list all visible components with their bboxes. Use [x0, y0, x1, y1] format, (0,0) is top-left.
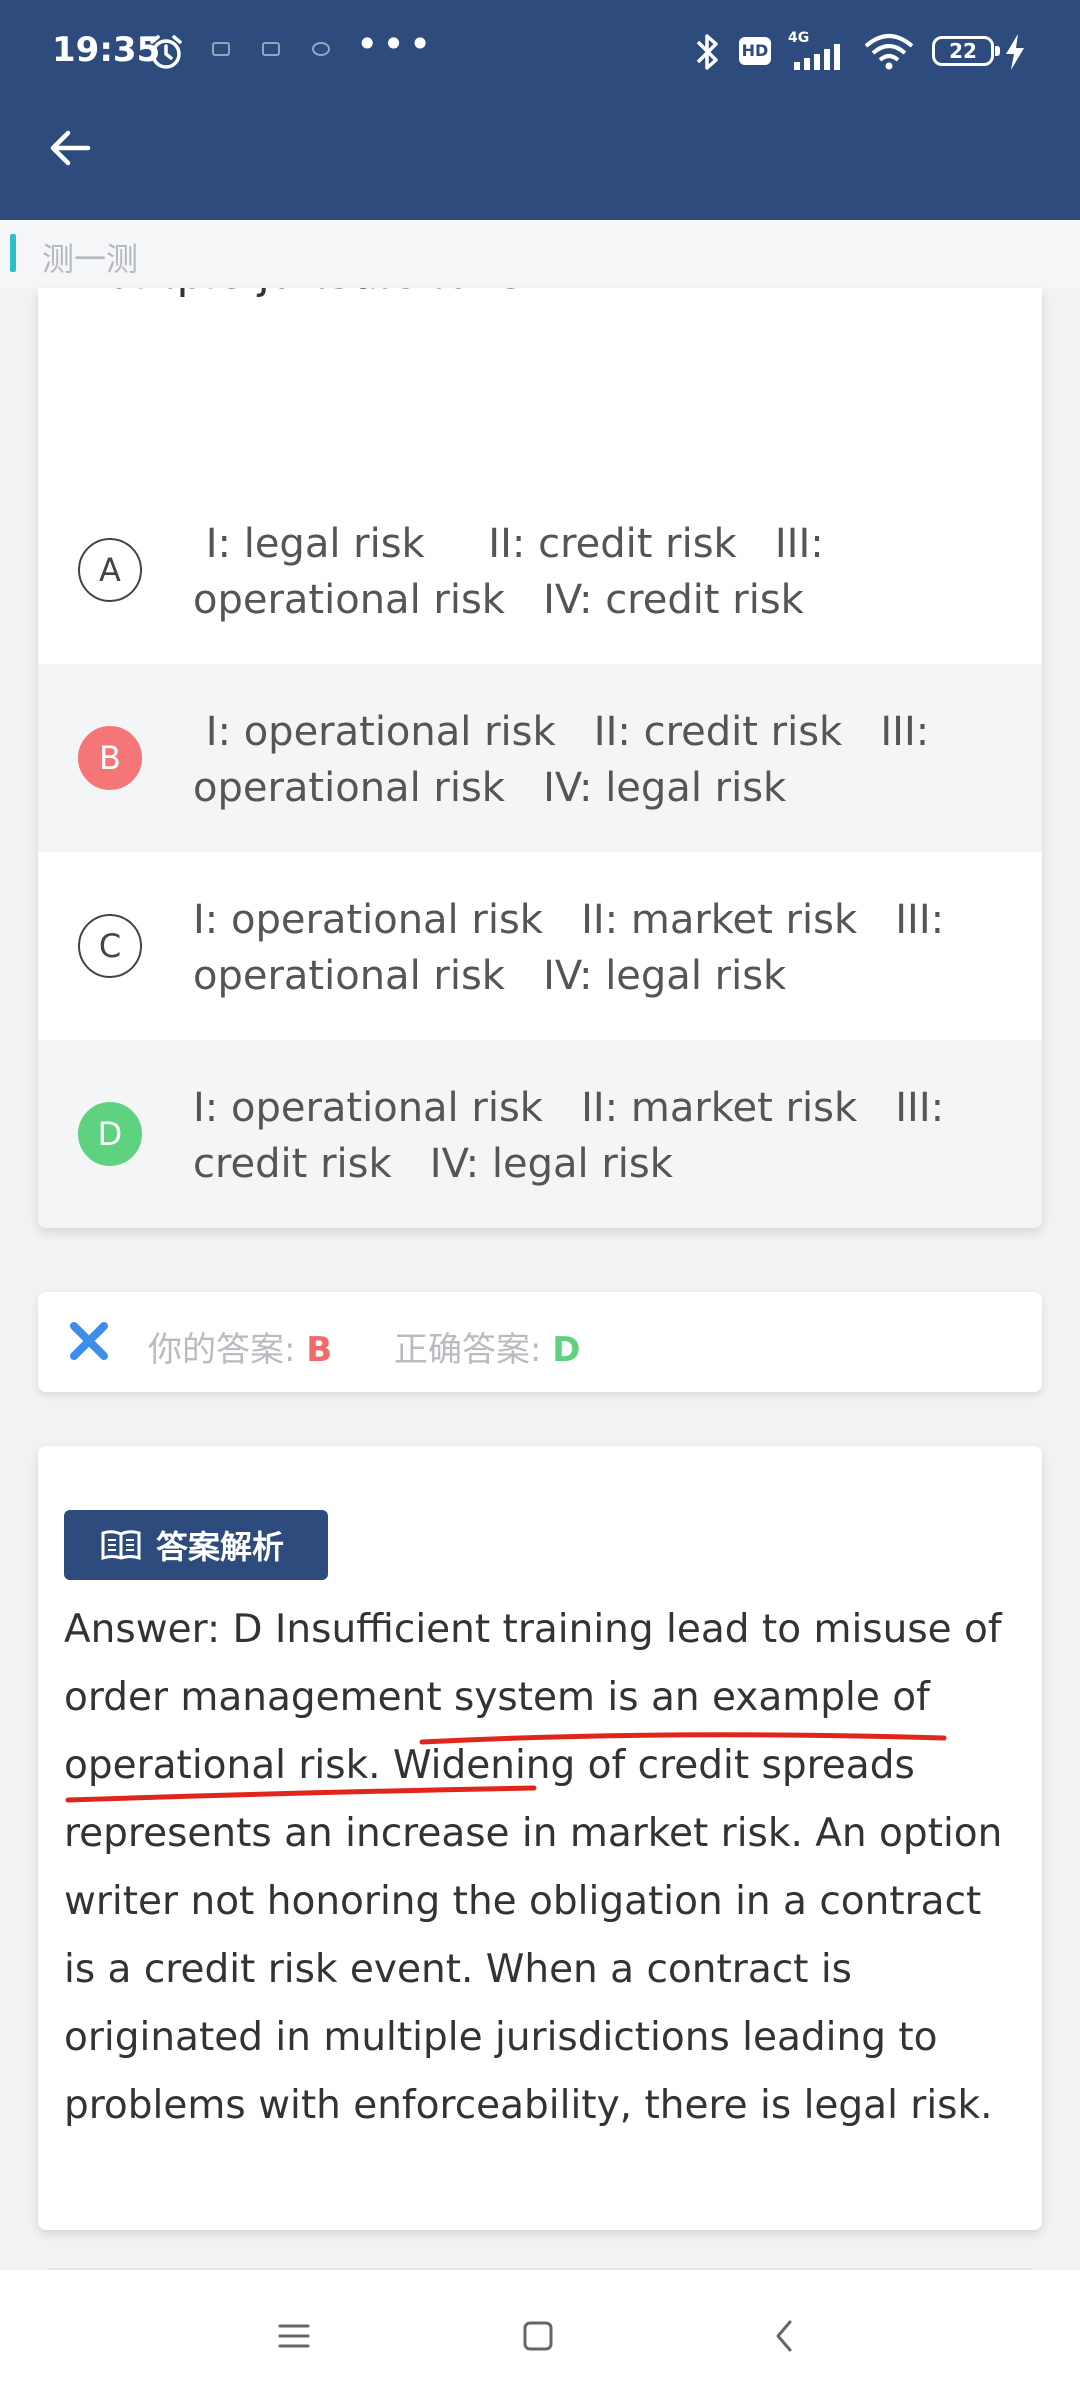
- bluetooth-icon: [690, 32, 724, 76]
- notification-icon: [212, 42, 230, 56]
- option-text: I: operational risk II: market risk III:…: [193, 897, 957, 999]
- analysis-text: Answer: D Insufficient training lead to …: [64, 1607, 1003, 2128]
- question-text: multiple jurisdictions.: [64, 288, 537, 299]
- notification-icon: [262, 42, 280, 56]
- close-icon: [66, 1318, 112, 1368]
- app-bar: 19:35 ••• HD 4G 22: [0, 0, 1080, 220]
- section-header: [0, 220, 1080, 288]
- more-notifications-icon: •••: [356, 22, 436, 66]
- your-answer-label: 你的答案: B: [148, 1330, 333, 1370]
- highlight-underline: [65, 1732, 947, 1803]
- correct-answer-label: 正确答案: D: [394, 1330, 581, 1370]
- option-text: I: operational risk II: market risk III:…: [193, 1085, 957, 1187]
- status-time: 19:35: [52, 30, 161, 70]
- answer-analysis-label: 答案解析: [156, 1528, 285, 1566]
- option-letter-badge: B: [78, 726, 142, 790]
- charging-icon: [1004, 34, 1026, 74]
- chevron-left-icon: [772, 2318, 796, 2358]
- answer-analysis-card: 答案解析 Answer: D Insufficient training lea…: [38, 1446, 1042, 2230]
- back-button[interactable]: [36, 116, 104, 184]
- option-text: I: legal risk II: credit risk III: opera…: [193, 521, 837, 623]
- battery-indicator: 22: [932, 36, 1000, 66]
- option-letter-badge: D: [78, 1102, 142, 1166]
- home-square-icon: [522, 2320, 554, 2356]
- your-answer-value: B: [306, 1330, 333, 1370]
- option-d[interactable]: D I: operational risk II: market risk II…: [38, 1040, 1042, 1228]
- option-letter-badge: C: [78, 914, 142, 978]
- option-text: I: operational risk II: credit risk III:…: [193, 709, 942, 811]
- option-c[interactable]: C I: operational risk II: market risk II…: [38, 852, 1042, 1040]
- home-button[interactable]: [508, 2310, 568, 2366]
- alarm-icon: [146, 32, 186, 76]
- answer-analysis-button[interactable]: 答案解析: [64, 1510, 328, 1580]
- book-icon: [100, 1529, 142, 1561]
- menu-button[interactable]: [264, 2310, 324, 2366]
- answer-result-bar: 你的答案: B 正确答案: D: [38, 1292, 1042, 1392]
- back-nav-button[interactable]: [754, 2310, 814, 2366]
- notification-icon: [312, 42, 330, 56]
- system-nav-bar: [0, 2270, 1080, 2400]
- wifi-icon: [862, 32, 916, 76]
- signal-icon: [790, 44, 850, 74]
- status-bar: 19:35 ••• HD 4G 22: [0, 0, 1080, 100]
- question-card: multiple jurisdictions. A I: legal risk …: [38, 288, 1042, 1228]
- option-b[interactable]: B I: operational risk II: credit risk II…: [38, 664, 1042, 852]
- hd-voice-badge: HD: [739, 37, 771, 65]
- arrow-left-icon: [48, 128, 92, 172]
- option-a[interactable]: A I: legal risk II: credit risk III: ope…: [38, 476, 1042, 664]
- section-accent-bar: [10, 234, 16, 272]
- correct-answer-value: D: [552, 1330, 581, 1370]
- option-letter-badge: A: [78, 538, 142, 602]
- menu-icon: [277, 2322, 311, 2354]
- section-title: 测一测: [42, 240, 139, 278]
